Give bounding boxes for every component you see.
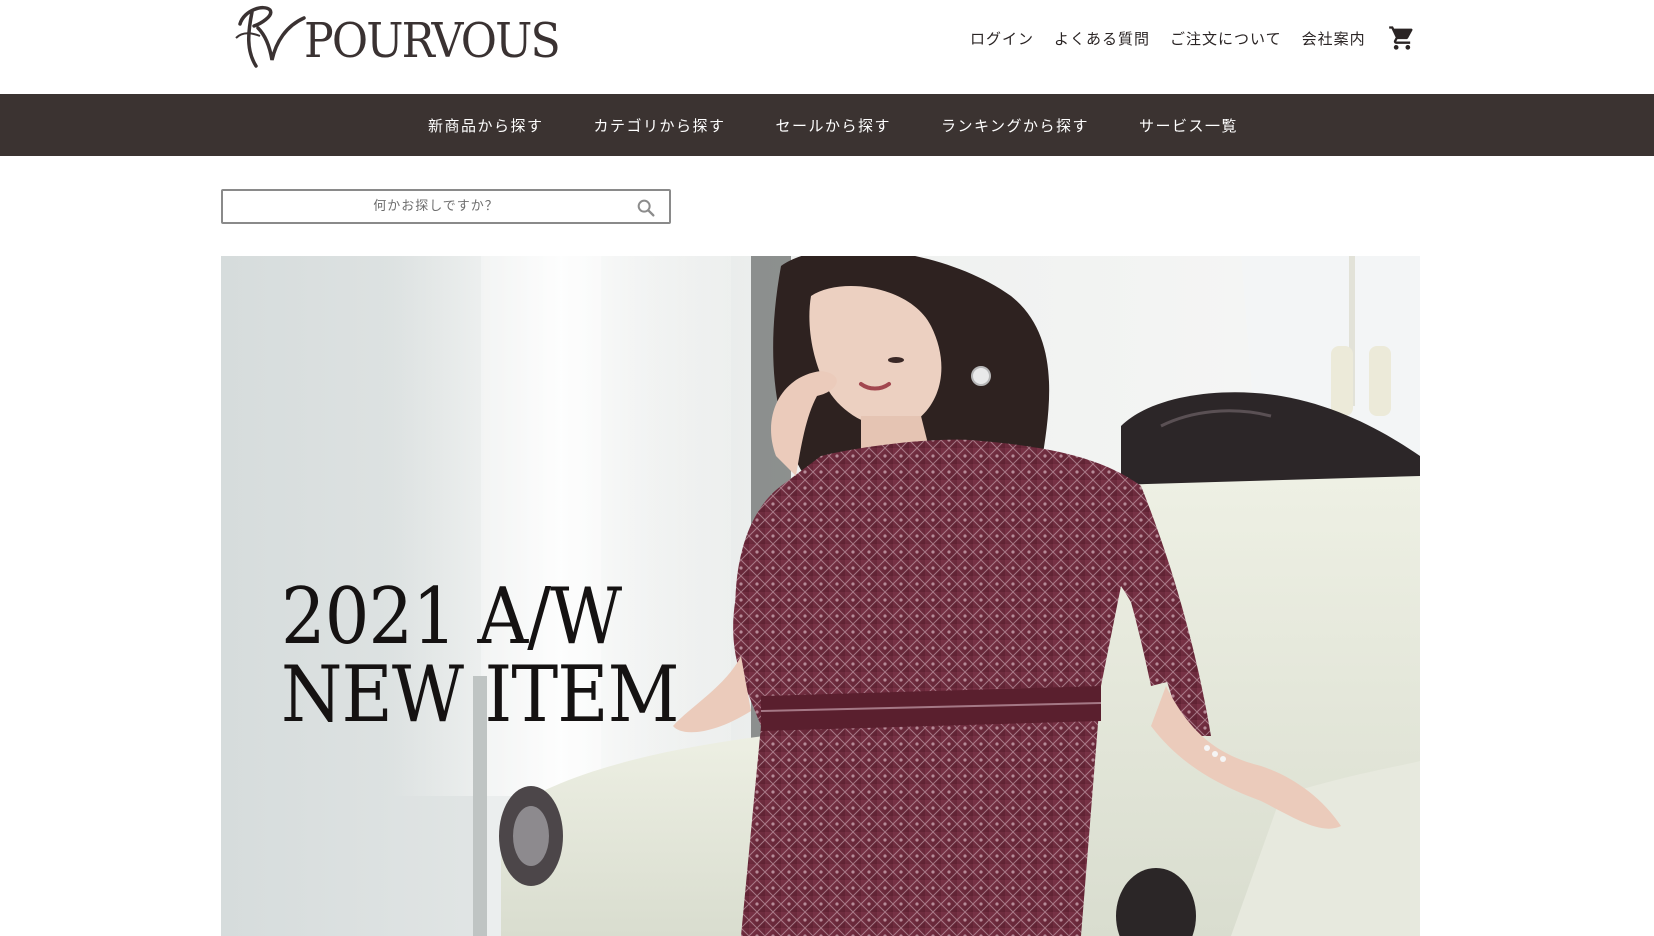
- catnav-categories[interactable]: カテゴリから探す: [593, 115, 725, 136]
- company-info-link[interactable]: 会社案内: [1302, 28, 1366, 49]
- logo-text: POURVOUS: [304, 13, 561, 69]
- search-box: [221, 189, 671, 224]
- hero-title-line-2: NEW ITEM: [281, 650, 680, 740]
- hero-banner[interactable]: 2021 A/W NEW ITEM: [221, 256, 1420, 936]
- brand-logo[interactable]: POURVOUS: [230, 2, 581, 72]
- logo-monogram-icon: [235, 5, 306, 68]
- order-info-link[interactable]: ご注文について: [1170, 28, 1282, 49]
- login-link[interactable]: ログイン: [970, 28, 1034, 49]
- catnav-ranking[interactable]: ランキングから探す: [941, 115, 1089, 136]
- hero-title-line-1: 2021 A/W: [281, 572, 622, 662]
- site-header: POURVOUS ログイン よくある質問 ご注文について 会社案内: [0, 0, 1654, 94]
- cart-icon[interactable]: [1388, 24, 1416, 52]
- search-input[interactable]: [223, 191, 669, 222]
- utility-nav: ログイン よくある質問 ご注文について 会社案内: [970, 26, 1416, 50]
- category-nav-bar: 新商品から探す カテゴリから探す セールから探す ランキングから探す サービス一…: [0, 94, 1654, 156]
- catnav-sale[interactable]: セールから探す: [775, 115, 891, 136]
- faq-link[interactable]: よくある質問: [1054, 28, 1150, 49]
- hero-title: 2021 A/W NEW ITEM: [281, 572, 680, 740]
- search-icon[interactable]: [635, 197, 657, 219]
- catnav-services[interactable]: サービス一覧: [1139, 115, 1238, 136]
- catnav-new-items[interactable]: 新商品から探す: [428, 115, 544, 136]
